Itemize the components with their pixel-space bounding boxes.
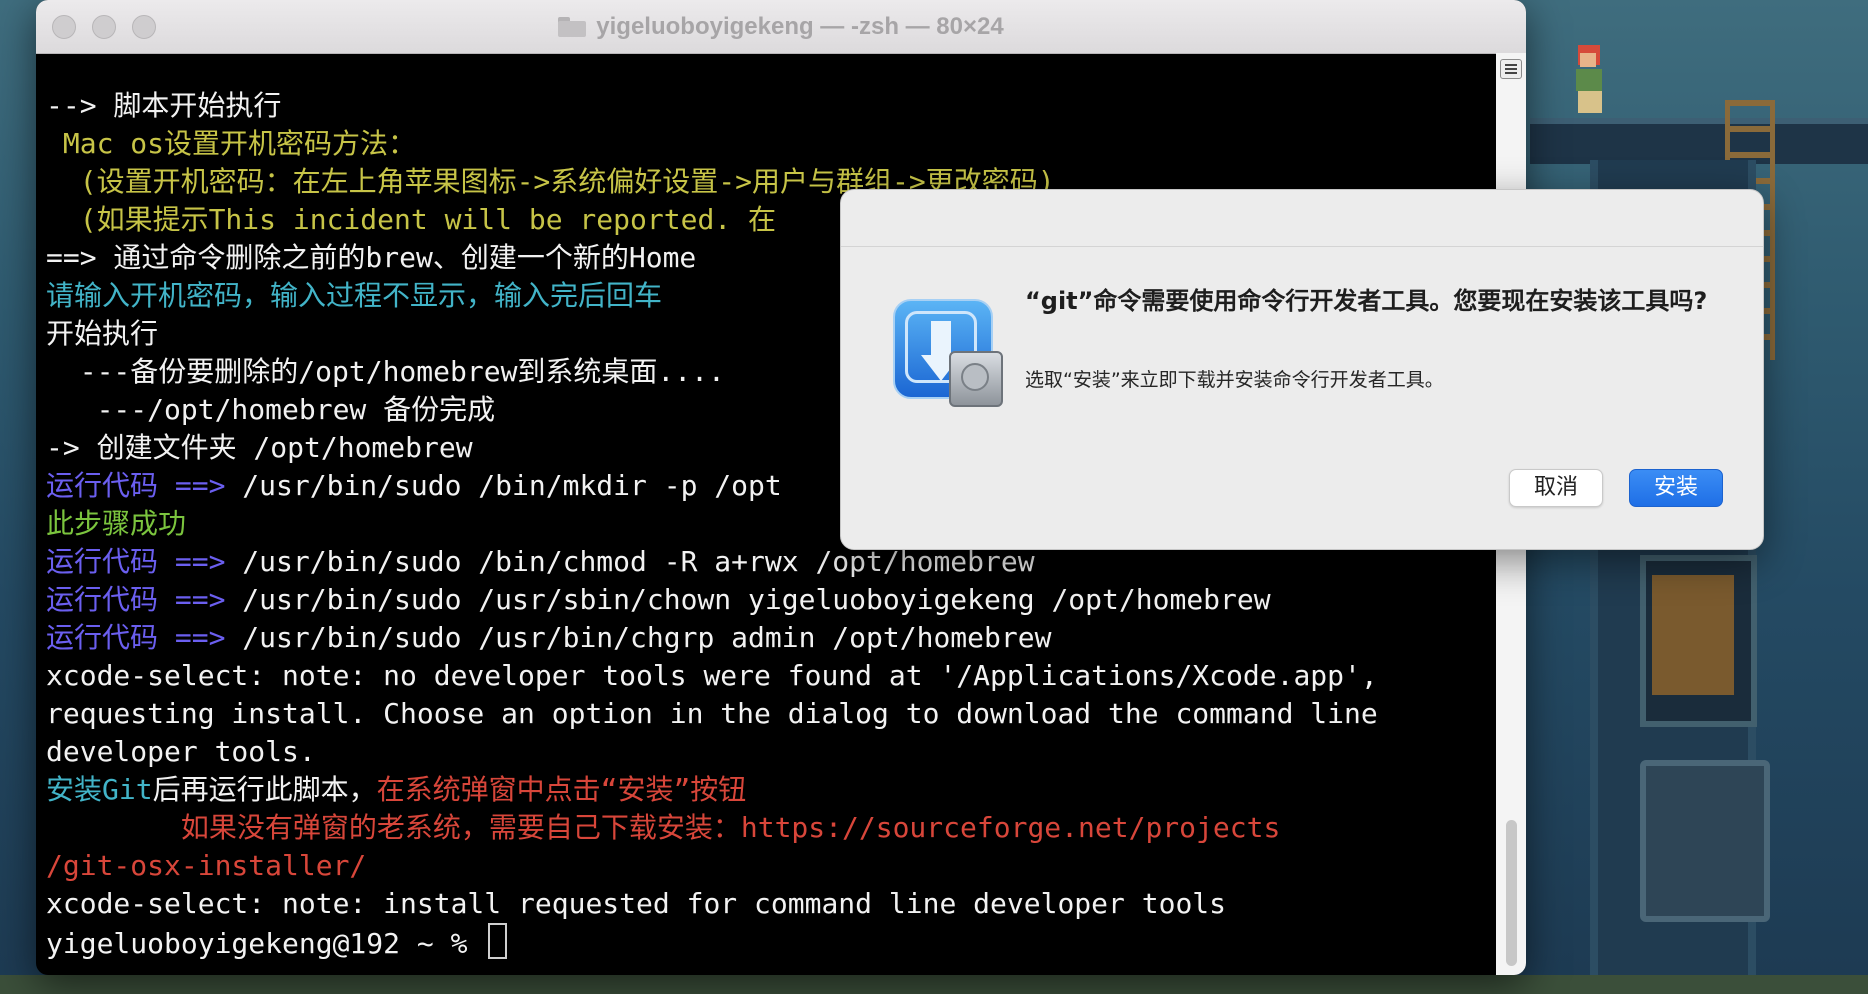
terminal-text-segment: /usr/bin/sudo /usr/bin/chgrp admin /opt/…: [242, 621, 1052, 654]
terminal-text-segment: xcode-select: note: install requested fo…: [46, 887, 1227, 920]
terminal-text-segment: 运行代码 ==>: [46, 621, 243, 654]
text-cursor: [488, 923, 508, 959]
window-title-group: yigeluoboyigekeng — -zsh — 80×24: [36, 0, 1526, 53]
terminal-text-segment: 如果没有弹窗的老系统，需要自己下载安装：https://sourceforge.…: [46, 811, 1281, 844]
terminal-text-segment: 在系统弹窗中点击“安装”按钮: [376, 773, 747, 806]
wallpaper-door-window: [1652, 575, 1734, 695]
terminal-text-segment: ---备份要删除的/opt/homebrew到系统桌面....: [46, 355, 725, 388]
folder-icon: [558, 16, 587, 37]
install-button[interactable]: 安装: [1629, 469, 1723, 507]
terminal-text-segment: -> 创建文件夹 /opt/homebrew: [46, 431, 473, 464]
terminal-text-segment: 此步骤成功: [46, 507, 187, 540]
shell-prompt: yigeluoboyigekeng@192 ~ %: [46, 927, 485, 960]
terminal-line: developer tools.: [46, 733, 1496, 771]
terminal-text-segment: /usr/bin/sudo /bin/mkdir -p /opt: [242, 469, 782, 502]
cancel-button[interactable]: 取消: [1509, 469, 1603, 507]
terminal-text-segment: /git-osx-installer/: [46, 849, 367, 882]
terminal-text-segment: 运行代码 ==>: [46, 583, 243, 616]
prompt-line[interactable]: yigeluoboyigekeng@192 ~ %: [46, 923, 1496, 961]
terminal-text-segment: 请输入开机密码，输入过程不显示，输入完后回车: [46, 279, 663, 312]
terminal-line: /git-osx-installer/: [46, 847, 1496, 885]
terminal-text-segment: /usr/bin/sudo /usr/sbin/chown yigeluoboy…: [242, 583, 1271, 616]
terminal-line: 如果没有弹窗的老系统，需要自己下载安装：https://sourceforge.…: [46, 809, 1496, 847]
terminal-text-segment: 安装Git: [46, 773, 153, 806]
terminal-text-segment: 运行代码 ==>: [46, 545, 243, 578]
terminal-text-segment: 开始执行: [46, 317, 159, 350]
terminal-line: Mac os设置开机密码方法：: [46, 125, 1496, 163]
wallpaper-ground: [0, 975, 1868, 994]
terminal-line: 安装Git后再运行此脚本，在系统弹窗中点击“安装”按钮: [46, 771, 1496, 809]
terminal-line: 运行代码 ==> /usr/bin/sudo /usr/sbin/chown y…: [46, 581, 1496, 619]
terminal-text-segment: 运行代码 ==>: [46, 469, 243, 502]
scroll-menu-icon[interactable]: [1500, 59, 1522, 79]
install-dialog: “git”命令需要使用命令行开发者工具。您要现在安装该工具吗? 选取“安装”来立…: [840, 189, 1764, 550]
title-bar[interactable]: yigeluoboyigekeng — -zsh — 80×24: [36, 0, 1526, 54]
dialog-title: “git”命令需要使用命令行开发者工具。您要现在安装该工具吗?: [1025, 287, 1708, 315]
installer-icon: [893, 299, 1003, 407]
terminal-line: xcode-select: note: no developer tools w…: [46, 657, 1496, 695]
terminal-text-segment: (如果提示This incident will be reported. 在: [46, 203, 777, 236]
wallpaper-deck: [1530, 118, 1868, 164]
terminal-text-segment: Mac os设置开机密码方法：: [46, 127, 417, 160]
window-title: yigeluoboyigekeng — -zsh — 80×24: [596, 12, 1004, 40]
terminal-text-segment: ---/opt/homebrew 备份完成: [46, 393, 496, 426]
dialog-message: 选取“安装”来立即下载并安装命令行开发者工具。: [1025, 369, 1444, 391]
terminal-text-segment: ==> 通过命令删除之前的brew、创建一个新的Home: [46, 241, 697, 274]
terminal-line: --> 脚本开始执行: [46, 87, 1496, 125]
terminal-text-segment: requesting install. Choose an option in …: [46, 697, 1378, 730]
terminal-line: requesting install. Choose an option in …: [46, 695, 1496, 733]
terminal-text-segment: developer tools.: [46, 735, 316, 768]
dialog-divider: [841, 246, 1763, 247]
terminal-line: 运行代码 ==> /usr/bin/sudo /usr/bin/chgrp ad…: [46, 619, 1496, 657]
terminal-text-segment: xcode-select: note: no developer tools w…: [46, 659, 1378, 692]
terminal-text-segment: 后再运行此脚本，: [152, 773, 377, 806]
scrollbar-thumb[interactable]: [1506, 820, 1517, 966]
wallpaper-barrel: [1640, 760, 1770, 922]
wallpaper-character: [1570, 45, 1610, 115]
terminal-line: xcode-select: note: install requested fo…: [46, 885, 1496, 923]
terminal-text-segment: --> 脚本开始执行: [46, 89, 282, 122]
